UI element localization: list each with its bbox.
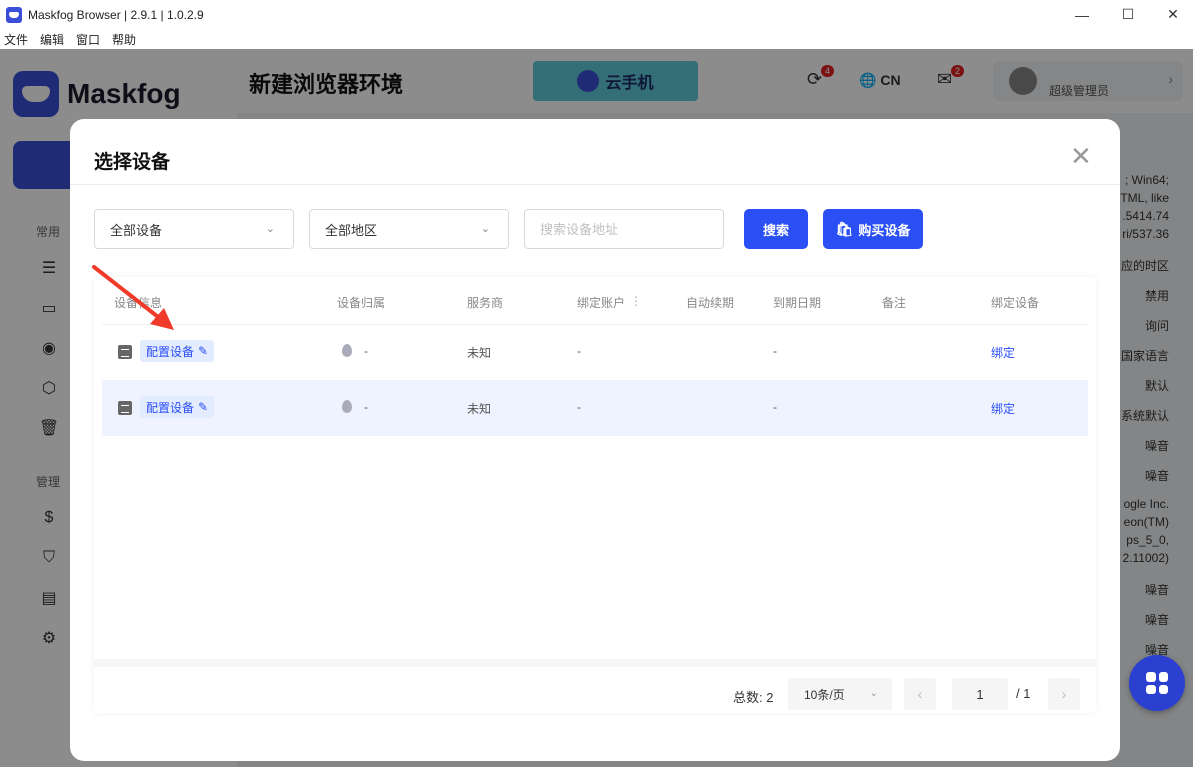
device-type-select[interactable]: 全部设备 ⌄: [94, 209, 294, 249]
column-header: 到期日期: [773, 296, 822, 310]
minimize-button[interactable]: —: [1059, 0, 1105, 29]
bound-account: -: [577, 400, 581, 414]
column-header: 设备归属: [337, 296, 386, 310]
page-total: / 1: [1016, 686, 1031, 701]
apps-grid-icon: [1146, 672, 1168, 694]
provider: 未知: [467, 346, 492, 360]
device-card-icon: [118, 401, 132, 415]
configure-device-label: 配置设备: [146, 344, 195, 359]
close-icon[interactable]: ✕: [1070, 143, 1092, 169]
device-location: -: [364, 400, 368, 414]
bound-account: -: [577, 344, 581, 358]
expire-date: -: [773, 400, 777, 414]
table-header: 设备信息 设备归属 服务商 绑定账户 ⋮ 自动续期 到期日期 备注 绑定设备: [102, 277, 1088, 325]
total-count: 总数: 2: [733, 690, 774, 705]
provider: 未知: [467, 402, 492, 416]
modal-title: 选择设备: [94, 152, 171, 173]
bind-device-link[interactable]: 绑定: [991, 400, 1015, 417]
magic-wand-icon: ✎: [198, 344, 209, 358]
search-button[interactable]: 搜索: [744, 209, 808, 249]
expire-date: -: [773, 344, 777, 358]
annotation-arrow: [92, 265, 174, 330]
chevron-down-icon: ⌄: [265, 223, 275, 235]
buy-device-label: 购买设备: [858, 222, 911, 238]
menu-window[interactable]: 窗口: [76, 31, 100, 48]
column-header: 绑定账户: [577, 296, 626, 310]
configure-device-label: 配置设备: [146, 400, 195, 415]
device-card-icon: [118, 345, 132, 359]
device-type-value: 全部设备: [110, 222, 163, 238]
buy-device-button[interactable]: 🛍 购买设备: [823, 209, 923, 249]
select-device-modal: 选择设备 ✕ 全部设备 ⌄ 全部地区 ⌄ 搜索 🛍 购买设备 设备信息 设备归属…: [70, 119, 1120, 761]
modal-divider: [70, 184, 1120, 185]
page-size-value: 10条/页: [804, 687, 845, 702]
table-row: 配置设备 ✎ - 未知 - - 绑定: [102, 380, 1088, 436]
menu-help[interactable]: 帮助: [112, 31, 136, 48]
region-value: 全部地区: [325, 222, 378, 238]
close-window-button[interactable]: ✕: [1150, 0, 1193, 29]
chevron-down-icon: ⌄: [480, 223, 490, 235]
column-header: 备注: [882, 296, 907, 310]
app-logo-icon: [6, 6, 22, 23]
device-table: 设备信息 设备归属 服务商 绑定账户 ⋮ 自动续期 到期日期 备注 绑定设备 配…: [94, 277, 1096, 713]
location-pin-icon: [342, 400, 352, 413]
window-title: Maskfog Browser | 2.9.1 | 1.0.2.9: [28, 7, 204, 22]
device-address-search-input[interactable]: [524, 209, 724, 249]
maximize-button[interactable]: ☐: [1105, 0, 1151, 29]
configure-device-button[interactable]: 配置设备 ✎: [140, 396, 215, 418]
pagination: 总数: 2 10条/页 ⌄ ‹ 1 / 1 ›: [94, 659, 1096, 713]
floating-apps-button[interactable]: [1129, 655, 1185, 711]
menu-file[interactable]: 文件: [4, 31, 28, 48]
menu-edit[interactable]: 编辑: [40, 31, 64, 48]
menu-bar: 文件 编辑 窗口 帮助: [0, 29, 1193, 49]
magic-wand-icon: ✎: [198, 400, 209, 414]
region-select[interactable]: 全部地区 ⌄: [309, 209, 509, 249]
next-page-button[interactable]: ›: [1048, 678, 1080, 710]
prev-page-button[interactable]: ‹: [904, 678, 936, 710]
configure-device-button[interactable]: 配置设备 ✎: [140, 340, 215, 362]
column-header: 自动续期: [686, 296, 735, 310]
column-menu-icon[interactable]: ⋮: [630, 294, 642, 308]
location-pin-icon: [342, 344, 352, 357]
page-number-input[interactable]: 1: [952, 678, 1008, 710]
window-titlebar: Maskfog Browser | 2.9.1 | 1.0.2.9 — ☐ ✕: [0, 0, 1193, 29]
shopping-bag-icon: 🛍: [835, 220, 854, 237]
bind-device-link[interactable]: 绑定: [991, 344, 1015, 361]
chevron-down-icon: ⌄: [869, 688, 878, 699]
device-location: -: [364, 344, 368, 358]
page-size-select[interactable]: 10条/页 ⌄: [788, 678, 892, 710]
column-header: 服务商: [467, 296, 504, 310]
column-header: 绑定设备: [991, 296, 1040, 310]
table-row: 配置设备 ✎ - 未知 - - 绑定: [102, 324, 1088, 380]
